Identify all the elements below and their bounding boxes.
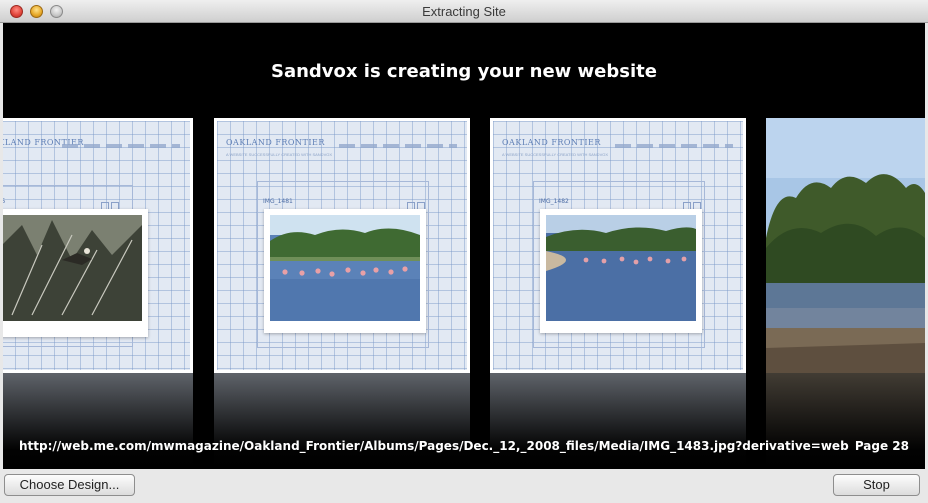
choose-design-button[interactable]: Choose Design... [4,474,135,496]
site-tagline: A WEBSITE SUCCESSFULLY CREATED WITH SAND… [226,152,333,157]
page-thumbnail-2: OAKLAND FRONTIER A WEBSITE SUCCESSFULLY … [214,118,470,373]
photo-frame [540,209,702,333]
photo-flamingos [270,215,420,321]
page-thumbnail-paper: OAKLAND FRONTIER A WEBSITE SUCCESSFULLY … [493,121,743,370]
image-label: 1815 [3,198,6,205]
current-file-url: http://web.me.com/mwmagazine/Oakland_Fro… [19,439,849,453]
photo-mangrove-shore [766,118,925,373]
stop-button[interactable]: Stop [833,474,920,496]
site-title: OAKLAND FRONTIER [226,138,325,147]
progress-headline: Sandvox is creating your new website [271,61,657,82]
extracting-site-window: Extracting Site Sandvox is creating your… [0,0,928,503]
page-thumbnail-3: OAKLAND FRONTIER A WEBSITE SUCCESSFULLY … [490,118,746,373]
page-counter: Page 28 [854,439,909,453]
image-tool-icons [101,197,127,228]
image-tool-icons [683,197,709,228]
page-thumbnail-paper: OAKLAND FRONTIER 1815 [3,121,190,370]
page-thumbnail-1: OAKLAND FRONTIER 1815 [3,118,193,373]
site-title: OAKLAND FRONTIER [502,138,601,147]
photo-frame [264,209,426,333]
site-nav-bar [339,144,457,148]
photo-bird-in-branches [3,215,142,321]
image-label: IMG_1481 [263,198,293,205]
photo-frame [3,209,148,337]
site-nav-bar [615,144,733,148]
preview-stage: Sandvox is creating your new website OAK… [3,23,925,469]
site-tagline: A WEBSITE SUCCESSFULLY CREATED WITH SAND… [502,152,609,157]
thumbnail-reflections [3,373,925,469]
photo-flamingos-wide [546,215,696,321]
title-bar[interactable]: Extracting Site [0,0,928,23]
image-tool-icons [407,197,433,228]
page-thumbnail-paper: OAKLAND FRONTIER A WEBSITE SUCCESSFULLY … [217,121,467,370]
page-thumbnail-4 [766,118,925,373]
window-title: Extracting Site [422,4,506,19]
image-label: IMG_1482 [539,198,569,205]
site-nav-bar [62,144,180,148]
